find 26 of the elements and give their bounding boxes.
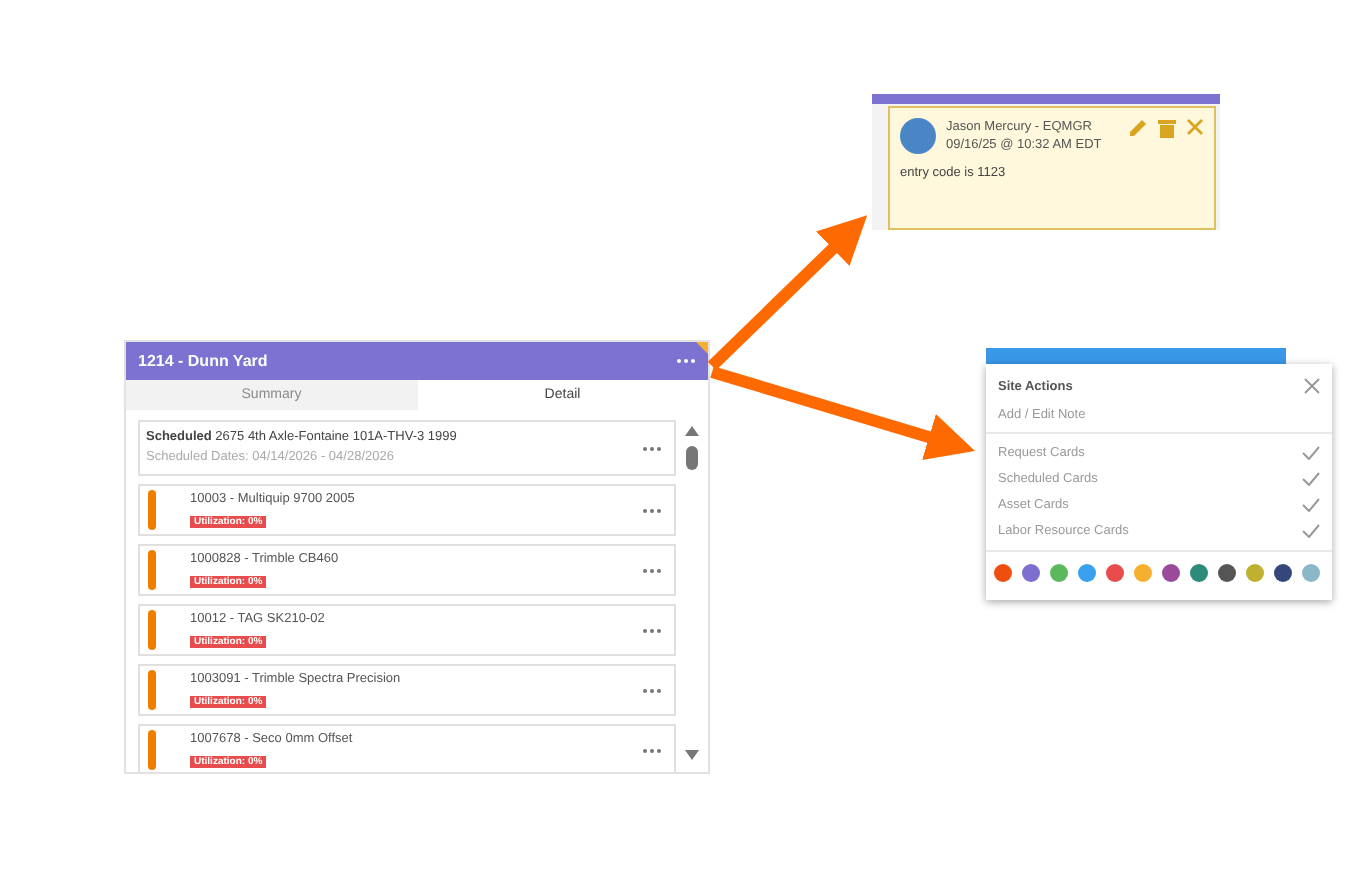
more-icon[interactable] [676, 354, 696, 368]
close-icon[interactable] [1304, 378, 1320, 394]
more-icon[interactable] [642, 623, 662, 637]
more-icon[interactable] [642, 441, 662, 455]
more-icon[interactable] [642, 683, 662, 697]
color-swatch[interactable] [1022, 564, 1040, 582]
color-swatch[interactable] [1050, 564, 1068, 582]
more-icon[interactable] [642, 563, 662, 577]
more-icon[interactable] [642, 743, 662, 757]
color-swatch[interactable] [1274, 564, 1292, 582]
avatar-icon [900, 118, 936, 154]
card-title: 1214 - Dunn Yard [138, 352, 268, 370]
color-swatch[interactable] [994, 564, 1012, 582]
corner-flag-icon [696, 342, 708, 354]
color-swatch[interactable] [1302, 564, 1320, 582]
close-icon[interactable] [1186, 118, 1204, 138]
color-swatch[interactable] [1162, 564, 1180, 582]
color-swatch[interactable] [1246, 564, 1264, 582]
color-swatch[interactable] [1078, 564, 1096, 582]
color-swatch[interactable] [1134, 564, 1152, 582]
color-swatch[interactable] [1190, 564, 1208, 582]
color-swatch[interactable] [1106, 564, 1124, 582]
delete-icon[interactable] [1158, 118, 1176, 138]
color-swatch[interactable] [1218, 564, 1236, 582]
edit-icon[interactable] [1128, 118, 1148, 138]
more-icon[interactable] [642, 503, 662, 517]
